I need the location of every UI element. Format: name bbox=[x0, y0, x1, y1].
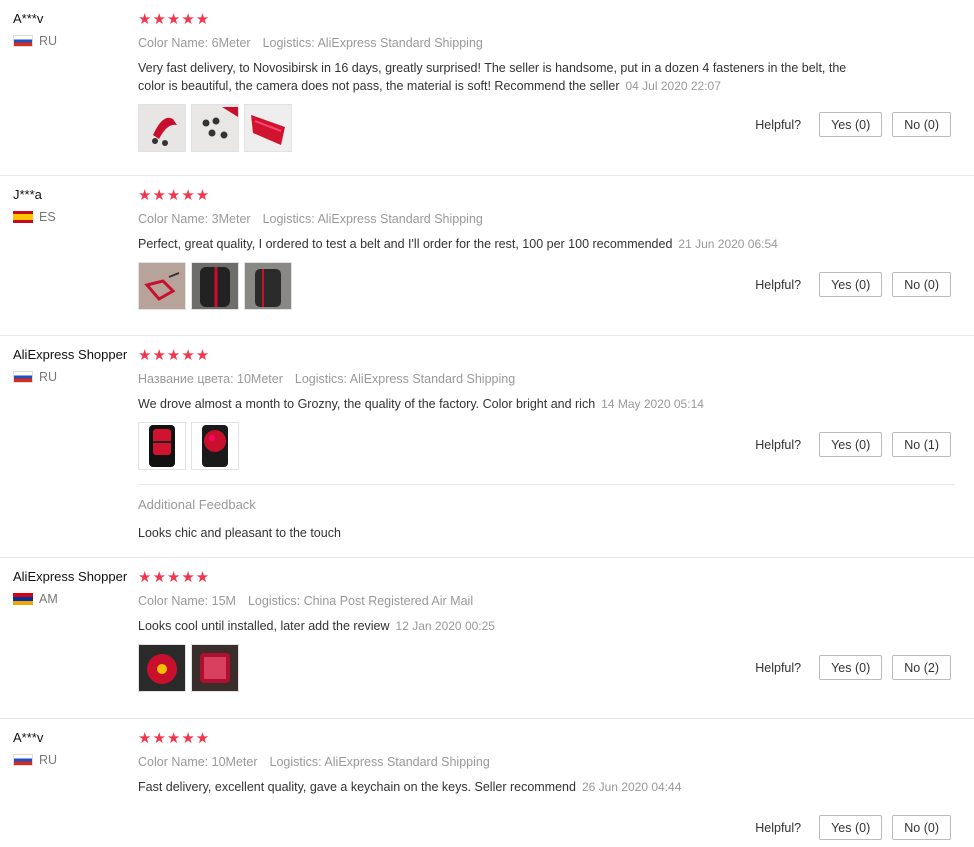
color-value: 10Meter bbox=[211, 755, 258, 769]
review-photo-thumbnail[interactable] bbox=[138, 422, 186, 470]
helpful-label: Helpful? bbox=[755, 437, 802, 452]
russia-flag-icon bbox=[13, 371, 33, 383]
helpful-votes: Helpful? Yes (0) No (1) bbox=[755, 432, 951, 457]
review-photo-thumbnail[interactable] bbox=[138, 104, 186, 152]
review-text: Fast delivery, excellent quality, gave a… bbox=[138, 780, 682, 794]
star-rating: ★★★★★ bbox=[138, 11, 211, 28]
helpful-yes-button[interactable]: Yes (0) bbox=[819, 432, 883, 457]
reviewer-info: AliExpress Shopper RU bbox=[13, 347, 138, 384]
star-rating: ★★★★★ bbox=[138, 187, 211, 204]
logistics-value: AliExpress Standard Shipping bbox=[324, 755, 490, 769]
review-meta: Color Name: 15M Logistics: China Post Reg… bbox=[138, 594, 474, 608]
review-meta: Color Name: 3Meter Logistics: AliExpress … bbox=[138, 212, 483, 226]
helpful-votes: Helpful? Yes (0) No (0) bbox=[755, 272, 951, 297]
helpful-votes: Helpful? Yes (0) No (0) bbox=[755, 112, 951, 137]
country-code: RU bbox=[39, 34, 58, 48]
reviewer-country: AM bbox=[13, 592, 138, 606]
armenia-flag-icon bbox=[13, 593, 33, 605]
review-content: ★★★★★ Color Name: 10Meter Logistics: AliE… bbox=[138, 730, 954, 796]
review-photo-thumbnail[interactable] bbox=[191, 262, 239, 310]
review-item: AliExpress Shopper AM ★★★★★ Color Name: … bbox=[0, 558, 974, 719]
color-value: 6Meter bbox=[211, 36, 251, 50]
color-value: 3Meter bbox=[211, 212, 251, 226]
country-code: RU bbox=[39, 370, 58, 384]
star-rating: ★★★★★ bbox=[138, 730, 211, 747]
review-item: A***v RU ★★★★★ Color Name: 6Meter Logisti… bbox=[0, 0, 974, 176]
helpful-label: Helpful? bbox=[755, 660, 802, 675]
helpful-yes-button[interactable]: Yes (0) bbox=[819, 112, 883, 137]
reviewer-info: AliExpress Shopper AM bbox=[13, 569, 138, 606]
logistics-value: AliExpress Standard Shipping bbox=[317, 36, 483, 50]
helpful-yes-button[interactable]: Yes (0) bbox=[819, 272, 883, 297]
helpful-label: Helpful? bbox=[755, 277, 802, 292]
country-code: AM bbox=[39, 592, 58, 606]
review-text: We drove almost a month to Grozny, the q… bbox=[138, 397, 704, 411]
review-item: J***a ES ★★★★★ Color Name: 3Meter Logisti… bbox=[0, 176, 974, 336]
logistics-value: China Post Registered Air Mail bbox=[303, 594, 474, 608]
star-rating: ★★★★★ bbox=[138, 347, 211, 364]
color-value: 10Meter bbox=[237, 372, 283, 386]
review-photo-thumbnail[interactable] bbox=[138, 262, 186, 310]
reviewer-name: J***a bbox=[13, 187, 42, 202]
russia-flag-icon bbox=[13, 754, 33, 766]
review-date: 26 Jun 2020 04:44 bbox=[581, 780, 682, 794]
spain-flag-icon bbox=[13, 211, 33, 223]
logistics-value: AliExpress Standard Shipping bbox=[317, 212, 483, 226]
star-rating: ★★★★★ bbox=[138, 569, 211, 586]
review-date: 04 Jul 2020 22:07 bbox=[625, 79, 721, 93]
reviewer-info: A***v RU bbox=[13, 730, 138, 767]
helpful-no-button[interactable]: No (1) bbox=[892, 432, 951, 457]
reviewer-name: A***v bbox=[13, 11, 44, 26]
helpful-votes: Helpful? Yes (0) No (2) bbox=[755, 655, 951, 680]
country-code: ES bbox=[39, 210, 56, 224]
review-item: AliExpress Shopper RU ★★★★★ Название цве… bbox=[0, 336, 974, 558]
additional-feedback: Additional Feedback Looks chic and pleas… bbox=[138, 484, 954, 540]
reviewer-info: J***a ES bbox=[13, 187, 138, 224]
helpful-label: Helpful? bbox=[755, 117, 802, 132]
review-photo-thumbnail[interactable] bbox=[191, 422, 239, 470]
review-photo-thumbnail[interactable] bbox=[244, 262, 292, 310]
logistics-value: AliExpress Standard Shipping bbox=[349, 372, 516, 386]
additional-feedback-title: Additional Feedback bbox=[138, 497, 256, 512]
review-photo-thumbnail[interactable] bbox=[191, 644, 239, 692]
reviewer-info: A***v RU bbox=[13, 11, 138, 48]
review-photo-thumbnail[interactable] bbox=[244, 104, 292, 152]
helpful-no-button[interactable]: No (0) bbox=[892, 272, 951, 297]
russia-flag-icon bbox=[13, 35, 33, 47]
additional-feedback-text: Looks chic and pleasant to the touch bbox=[138, 526, 341, 540]
review-text: Perfect, great quality, I ordered to tes… bbox=[138, 237, 778, 251]
helpful-votes: Helpful? Yes (0) No (0) bbox=[755, 815, 951, 840]
helpful-yes-button[interactable]: Yes (0) bbox=[819, 655, 883, 680]
review-meta: Color Name: 6Meter Logistics: AliExpress … bbox=[138, 36, 483, 50]
review-item: A***v RU ★★★★★ Color Name: 10Meter Logist… bbox=[0, 719, 974, 847]
reviewer-country: RU bbox=[13, 753, 138, 767]
review-meta: Color Name: 10Meter Logistics: AliExpress… bbox=[138, 755, 490, 769]
review-photo-thumbnail[interactable] bbox=[138, 644, 186, 692]
helpful-label: Helpful? bbox=[755, 820, 802, 835]
helpful-no-button[interactable]: No (0) bbox=[892, 815, 951, 840]
review-text: Looks cool until installed, later add th… bbox=[138, 619, 495, 633]
review-text: Very fast delivery, to Novosibirsk in 16… bbox=[138, 61, 847, 93]
reviewer-country: RU bbox=[13, 370, 138, 384]
color-value: 15M bbox=[211, 594, 236, 608]
review-date: 21 Jun 2020 06:54 bbox=[678, 237, 778, 251]
reviewer-name: AliExpress Shopper bbox=[13, 569, 128, 584]
review-photo-thumbnail[interactable] bbox=[191, 104, 239, 152]
review-date: 12 Jan 2020 00:25 bbox=[395, 619, 495, 633]
helpful-no-button[interactable]: No (2) bbox=[892, 655, 951, 680]
reviewer-country: ES bbox=[13, 210, 138, 224]
review-date: 14 May 2020 05:14 bbox=[601, 397, 704, 411]
country-code: RU bbox=[39, 753, 58, 767]
reviewer-country: RU bbox=[13, 34, 138, 48]
helpful-yes-button[interactable]: Yes (0) bbox=[819, 815, 883, 840]
helpful-no-button[interactable]: No (0) bbox=[892, 112, 951, 137]
review-meta: Название цвета: 10Meter Logistics: AliExp… bbox=[138, 372, 516, 386]
reviewer-name: A***v bbox=[13, 730, 44, 745]
reviewer-name: AliExpress Shopper bbox=[13, 347, 128, 362]
